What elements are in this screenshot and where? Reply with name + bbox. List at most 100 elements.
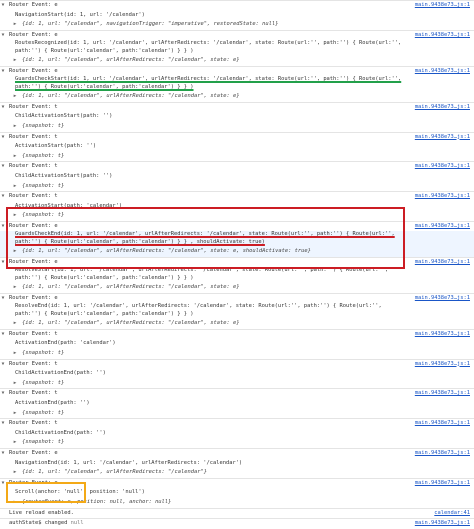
expand-arrow-icon[interactable]: ▼ [0,360,6,370]
expand-arrow-icon[interactable]: ▼ [0,31,6,41]
object-preview-row[interactable]: ▶ {id: 1, url: "/calendar", urlAfterRedir… [0,92,474,102]
expand-object-icon[interactable]: ▶ [12,122,18,132]
expand-object-icon[interactable]: ▶ [12,409,18,419]
log-message-text: ChildActivationEnd(path: '') [15,370,106,377]
source-link[interactable]: main.9438e73…js:1 [406,449,470,459]
source-link[interactable]: main.9438e73…js:1 [406,133,470,143]
object-preview-row[interactable]: ▶ {snapshot: t} [0,152,474,162]
expand-object-icon[interactable]: ▶ [12,247,18,257]
log-entry-header[interactable]: ▼ Router Event: t main.9438e73…js:1 [0,388,474,399]
log-entry-header[interactable]: ▼ Router Event: e main.9438e73…js:1 [0,477,474,489]
object-preview-row[interactable]: ▶ {snapshot: t} [0,122,474,132]
expand-arrow-icon[interactable]: ▼ [0,449,6,459]
expand-arrow-icon[interactable]: ▼ [0,389,6,399]
expand-object-icon[interactable]: ▶ [12,349,18,359]
source-link[interactable]: main.9438e73…js:1 [406,222,470,232]
object-preview-row[interactable]: ▶ {id: 1, url: "/calendar", urlAfterRedir… [0,319,474,329]
log-entry-header[interactable]: ▼ Router Event: e main.9438e73…js:1 [0,29,474,41]
expand-object-icon[interactable]: ▶ [12,152,18,162]
expand-object-icon[interactable]: ▶ [12,56,18,66]
source-link[interactable]: main.9438e73…js:1 [406,31,470,41]
object-preview-row[interactable]: ▶ {snapshot: t} [0,379,474,389]
object-preview-row[interactable]: ▶ {id: 1, url: "/calendar", urlAfterRedir… [0,56,474,66]
expand-arrow-icon[interactable]: ▼ [0,162,6,172]
log-entry-header[interactable]: ▼ Router Event: e main.9438e73…js:1 [0,0,474,11]
expand-arrow-icon[interactable]: ▼ [0,192,6,202]
object-preview-text: {id: 1, url: "/calendar", urlAfterRedire… [22,320,240,327]
log-message-row: Scroll(anchor: 'null', position: 'null') [0,488,474,498]
log-message-row: ChildActivationStart(path: '') [0,172,474,182]
source-link[interactable]: main.9438e73…js:1 [406,519,470,529]
source-link[interactable]: main.9438e73…js:1 [406,103,470,113]
expand-object-icon[interactable]: ▶ [12,92,18,102]
expand-arrow-icon[interactable]: ▼ [0,67,6,77]
object-preview-row[interactable]: ▶ {routerEvent: e, position: null, anchor… [0,498,474,508]
object-preview-row[interactable]: ▶ {id: 1, url: "/calendar", urlAfterRedir… [0,247,474,257]
source-link[interactable]: main.9438e73…js:1 [406,162,470,172]
source-link[interactable]: main.9438e73…js:1 [406,1,470,11]
expand-object-icon[interactable]: ▶ [12,319,18,329]
expand-arrow-icon[interactable]: ▼ [0,103,6,113]
object-preview-text: {id: 1, url: "/calendar", urlAfterRedire… [22,57,240,64]
expand-arrow-icon[interactable]: ▼ [0,1,6,11]
object-preview-row[interactable]: ▶ {snapshot: t} [0,409,474,419]
object-preview-row[interactable]: ▶ {snapshot: t} [0,211,474,221]
calendar-source-link[interactable]: calendar:41 [406,509,470,519]
source-link[interactable]: main.9438e73…js:1 [406,360,470,370]
expand-arrow-icon[interactable]: ▼ [0,133,6,143]
object-preview-row[interactable]: ▶ {snapshot: t} [0,349,474,359]
object-preview-row[interactable]: ▶ {snapshot: t} [0,182,474,192]
log-header-text: Router Event: t [9,360,58,367]
object-preview-row[interactable]: ▶ {id: 1, url: "/calendar", urlAfterRedir… [0,283,474,293]
object-preview-row[interactable]: ▶ {id: 1, url: "/calendar", navigationTri… [0,20,474,30]
object-preview-row[interactable]: ▶ {snapshot: t} [0,438,474,448]
expand-arrow-icon[interactable]: ▼ [0,479,6,489]
log-entry-header[interactable]: ▼ Router Event: t main.9438e73…js:1 [0,358,474,370]
log-message-row: ActivationStart(path: 'calendar') [0,202,474,212]
log-header-text: Router Event: e [9,449,58,456]
log-entry-header[interactable]: ▼ Router Event: t main.9438e73…js:1 [0,131,474,143]
source-link[interactable]: main.9438e73…js:1 [406,419,470,429]
log-entry-header[interactable]: ▼ Router Event: t main.9438e73…js:1 [0,101,474,113]
source-link[interactable]: main.9438e73…js:1 [406,389,470,399]
expand-object-icon[interactable]: ▶ [12,20,18,30]
log-entry-header[interactable]: ▼ Router Event: t main.9438e73…js:1 [0,418,474,429]
expand-object-icon[interactable]: ▶ [12,438,18,448]
source-link[interactable]: main.9438e73…js:1 [406,67,470,77]
log-entry-header[interactable]: ▼ Router Event: e main.9438e73…js:1 [0,220,474,232]
log-message-row: ChildActivationEnd(path: '') [0,369,474,379]
log-entry-header[interactable]: ▼ Router Event: t main.9438e73…js:1 [0,161,474,172]
expand-object-icon[interactable]: ▶ [12,379,18,389]
log-entry-header[interactable]: ▼ Router Event: t main.9438e73…js:1 [0,191,474,202]
object-preview-row[interactable]: ▶ {id: 1, url: "/calendar", urlAfterRedir… [0,468,474,478]
log-entry-header[interactable]: ▼ Router Event: e main.9438e73…js:1 [0,447,474,459]
log-entry-header[interactable]: ▼ Router Event: t main.9438e73…js:1 [0,328,474,340]
expand-object-icon[interactable]: ▶ [12,468,18,478]
expand-arrow-icon[interactable]: ▼ [0,222,6,232]
expand-arrow-icon[interactable]: ▼ [0,294,6,304]
source-link[interactable]: main.9438e73…js:1 [406,330,470,340]
source-link[interactable]: main.9438e73…js:1 [406,192,470,202]
source-link[interactable]: main.9438e73…js:1 [406,294,470,304]
object-preview-text: {snapshot: t} [22,182,65,189]
log-entry-header[interactable]: ▼ Router Event: e main.9438e73…js:1 [0,65,474,77]
expand-arrow-icon[interactable]: ▼ [0,258,6,268]
expand-arrow-icon[interactable]: ▼ [0,330,6,340]
log-header-text: Router Event: e [9,479,58,486]
log-message-text: ActivationEnd(path: 'calendar') [15,340,116,347]
expand-object-icon[interactable]: ▶ [12,182,18,192]
log-header-text: Router Event: e [9,67,58,74]
log-entry-header[interactable]: ▼ Router Event: e main.9438e73…js:1 [0,256,474,268]
object-preview-text: {snapshot: t} [22,350,65,357]
log-entry-header[interactable]: ▼ Router Event: e main.9438e73…js:1 [0,292,474,304]
object-preview-text: {id: 1, url: "/calendar", urlAfterRedire… [22,93,240,100]
expand-arrow-icon[interactable]: ▼ [0,419,6,429]
auth-state-row: authState$ changed null main.9438e73…js:1 [0,518,474,529]
expand-object-icon[interactable]: ▶ [12,498,18,508]
source-link[interactable]: main.9438e73…js:1 [406,258,470,268]
expand-object-icon[interactable]: ▶ [12,283,18,293]
log-header-text: Router Event: e [9,31,58,38]
expand-object-icon[interactable]: ▶ [12,211,18,221]
object-preview-text: {snapshot: t} [22,152,65,159]
source-link[interactable]: main.9438e73…js:1 [406,479,470,489]
